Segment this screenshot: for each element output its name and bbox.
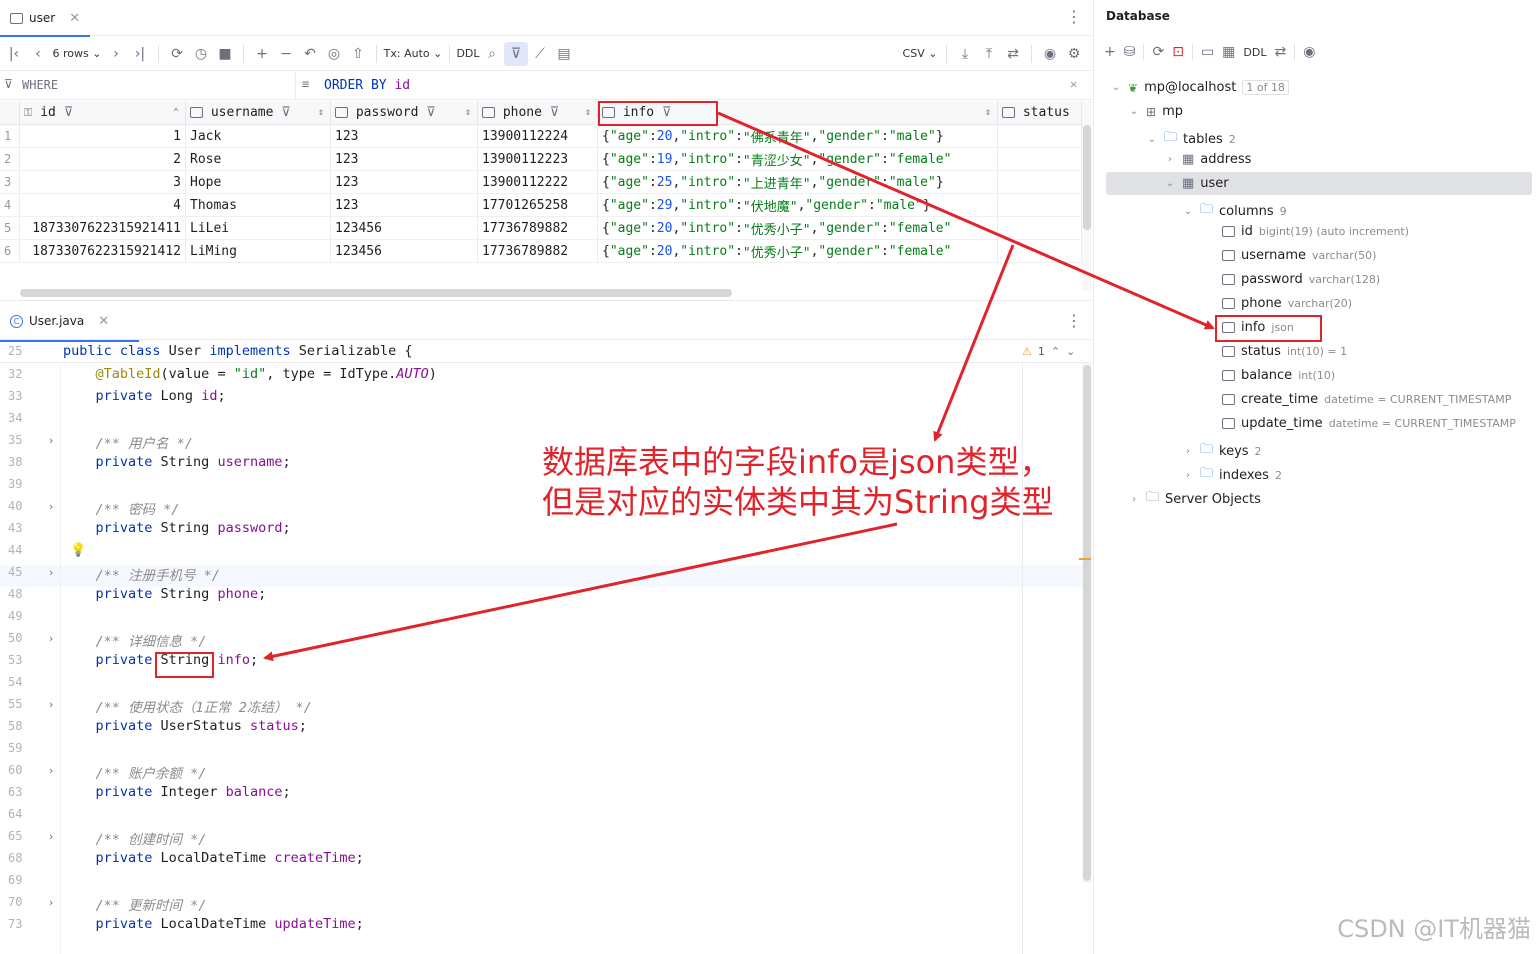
- arrow-to-string-field: [263, 522, 898, 662]
- arrow-to-db-column: [717, 111, 1215, 330]
- annotation-line-1: 数据库表中的字段info是json类型，: [542, 443, 1052, 481]
- watermark: CSDN @IT机器猫: [1337, 915, 1531, 943]
- arrow-to-note: [933, 244, 1015, 442]
- annotation-line-2: 但是对应的实体类中其为String类型: [542, 483, 1054, 521]
